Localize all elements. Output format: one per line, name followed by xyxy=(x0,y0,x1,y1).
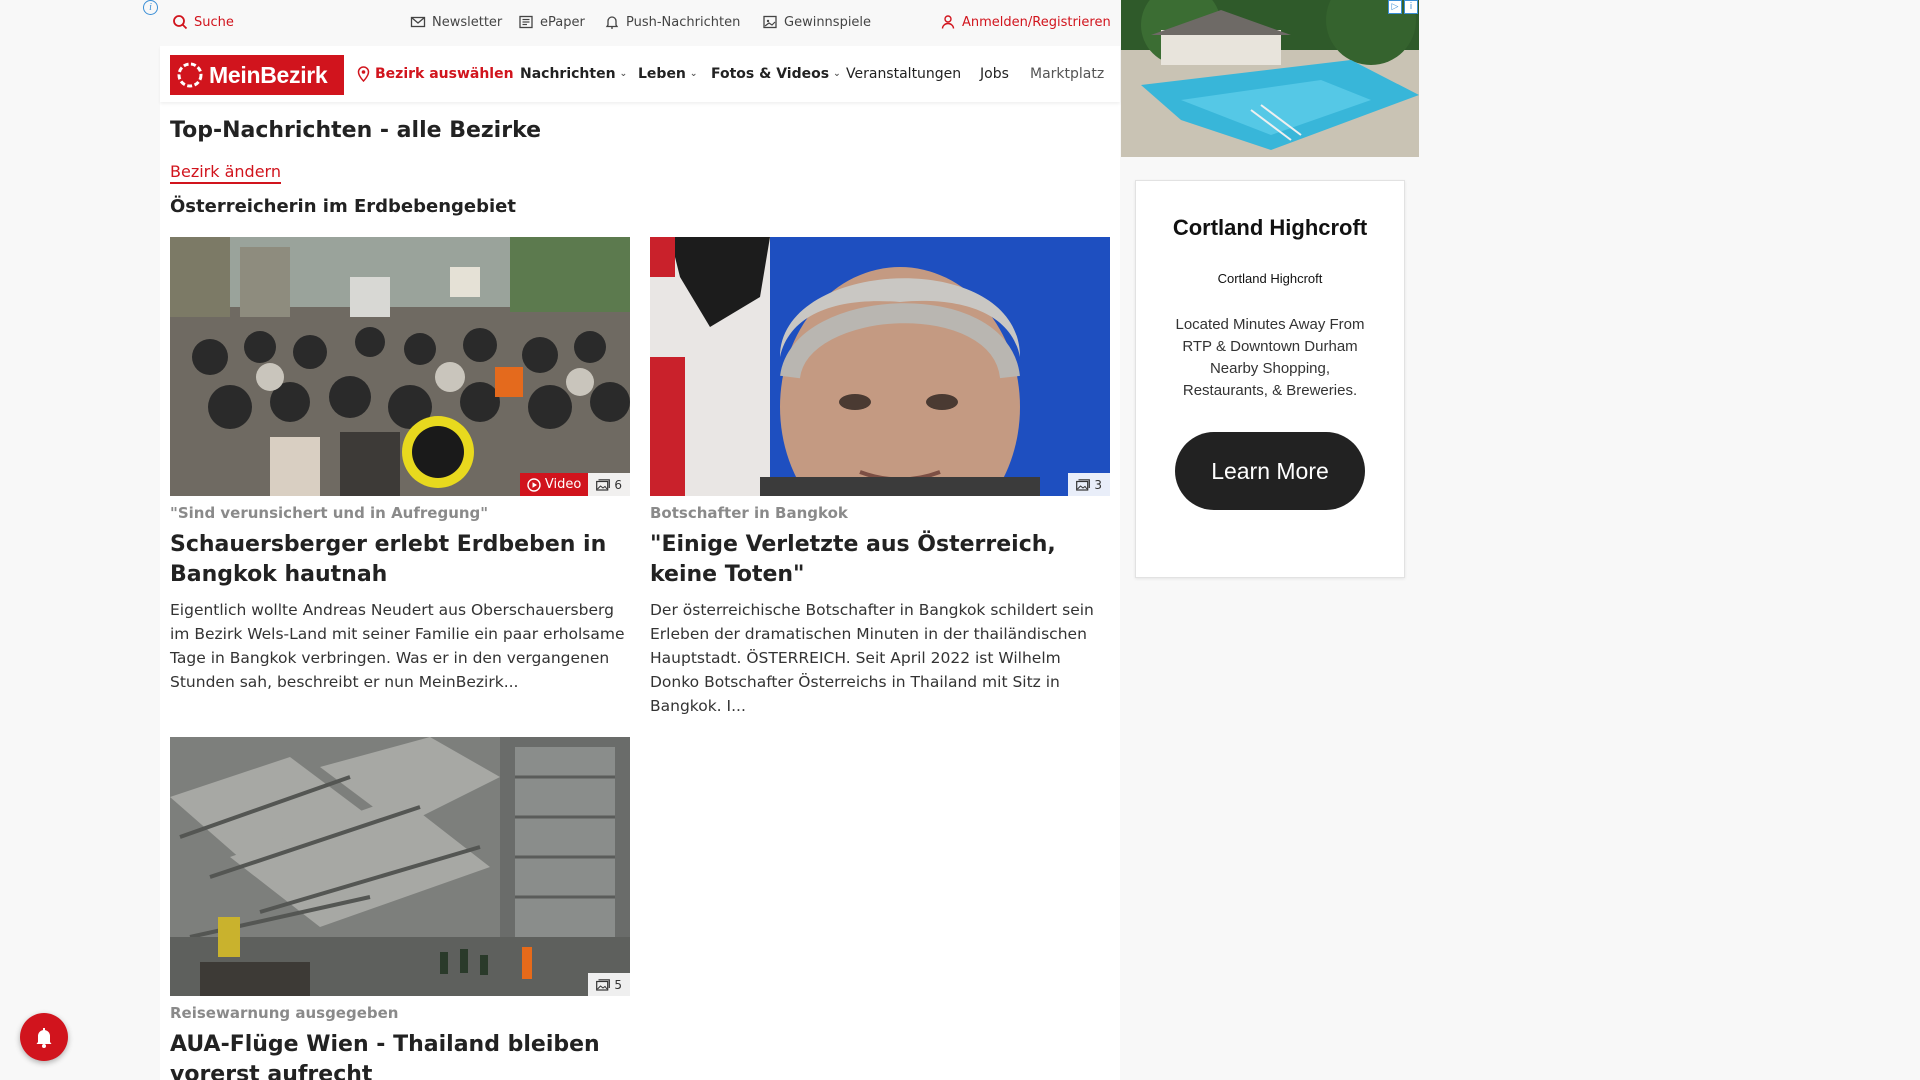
newsletter-label: Newsletter xyxy=(432,14,503,30)
utility-bar: Suche Newsletter ePaper Push-Nachrichten… xyxy=(160,0,1120,46)
ad-headline[interactable]: Cortland Highcroft xyxy=(1136,215,1404,241)
page: i Suche Newsletter ePaper Push-Nachricht… xyxy=(0,0,1920,1080)
info-icon: i xyxy=(1404,0,1418,14)
image-badges: 5 xyxy=(588,973,630,996)
article-image[interactable]: 3 xyxy=(650,237,1110,496)
gallery-icon xyxy=(1076,478,1091,491)
article-kicker: Reisewarnung ausgegeben xyxy=(170,1004,399,1022)
newsletter-link[interactable]: Newsletter xyxy=(410,14,502,30)
push-label: Push-Nachrichten xyxy=(626,14,741,30)
learn-more-button[interactable]: Learn More xyxy=(1175,432,1365,510)
chevron-down-icon: ⌄ xyxy=(689,69,698,79)
nav-item-veranstaltungen[interactable]: Veranstaltungen xyxy=(846,66,961,82)
gallery-count: 3 xyxy=(1094,477,1102,492)
article-image[interactable]: 5 xyxy=(170,737,630,996)
article-title[interactable]: Schauersberger erlebt Erdbeben in Bangko… xyxy=(170,530,630,590)
push-link[interactable]: Push-Nachrichten xyxy=(604,14,740,30)
article-card[interactable]: 5 Reisewarnung ausgegeben AUA-Flüge Wien… xyxy=(170,737,630,1080)
epaper-link[interactable]: ePaper xyxy=(518,14,585,30)
search-icon xyxy=(173,15,188,30)
gallery-count-badge: 5 xyxy=(588,973,630,996)
nav-item-marktplatz[interactable]: Marktplatz xyxy=(1030,66,1110,82)
logo[interactable]: MeinBezirk xyxy=(170,55,344,95)
nav-item-label: Veranstaltungen xyxy=(846,66,962,82)
article-card[interactable]: 3 Botschafter in Bangkok "Einige Verletz… xyxy=(650,237,1110,718)
gallery-icon xyxy=(596,478,611,491)
nav-item-label: Fotos & Videos xyxy=(711,66,830,82)
nav-item-label: Leben xyxy=(638,66,686,82)
chevron-down-icon: ⌄ xyxy=(619,69,628,79)
epaper-label: ePaper xyxy=(540,14,585,30)
login-link[interactable]: Anmelden/Registrieren xyxy=(940,14,1111,30)
image-badges: Video 6 xyxy=(519,473,630,496)
gallery-count: 6 xyxy=(614,477,622,492)
article-teaser: Eigentlich wollte Andreas Neudert aus Ob… xyxy=(170,601,625,691)
login-label: Anmelden/Registrieren xyxy=(962,14,1111,30)
main-navigation: MeinBezirk Bezirk auswählen Nachrichten … xyxy=(160,46,1120,102)
bell-icon xyxy=(36,1028,52,1048)
bezirk-select[interactable]: Bezirk auswählen xyxy=(356,66,514,82)
pool-photo xyxy=(1121,0,1419,157)
change-bezirk-link[interactable]: Bezirk ändern xyxy=(170,162,281,184)
nav-item-label: Jobs xyxy=(980,66,1009,82)
nav-item-fotos-videos[interactable]: Fotos & Videos ⌄ xyxy=(711,66,841,82)
main-content: Suche Newsletter ePaper Push-Nachrichten… xyxy=(160,0,1120,1080)
nav-item-label: Marktplatz xyxy=(1030,66,1105,82)
article-title[interactable]: AUA-Flüge Wien - Thailand bleiben vorers… xyxy=(170,1030,630,1080)
nav-item-jobs[interactable]: Jobs xyxy=(980,66,1009,82)
section-title: Österreicherin im Erdbebengebiet xyxy=(170,196,516,217)
article-image[interactable]: Video 6 xyxy=(170,237,630,496)
ad-description: Located Minutes Away From RTP & Downtown… xyxy=(1175,316,1365,399)
logo-mark-icon xyxy=(177,62,203,88)
article-kicker: "Sind verunsichert und in Aufregung" xyxy=(170,504,489,522)
gift-icon xyxy=(763,15,777,29)
notification-bell-button[interactable] xyxy=(20,1013,68,1061)
article-card[interactable]: Video 6 "Sind verunsichert und in Aufreg… xyxy=(170,237,630,694)
search-label: Suche xyxy=(194,14,234,30)
traffic-photo xyxy=(170,237,630,496)
nav-item-label: Nachrichten xyxy=(520,66,616,82)
article-teaser: Der österreichische Botschafter in Bangk… xyxy=(650,601,1094,715)
gallery-count: 5 xyxy=(614,977,622,992)
gewinnspiele-link[interactable]: Gewinnspiele xyxy=(762,14,871,30)
article-kicker: Botschafter in Bangkok xyxy=(650,504,848,522)
gallery-count-badge: 6 xyxy=(588,473,630,496)
search-link[interactable]: Suche xyxy=(172,14,234,30)
bezirk-select-label: Bezirk auswählen xyxy=(375,66,514,82)
adchoices-icon: ▷ xyxy=(1388,0,1402,14)
bell-icon xyxy=(605,16,619,29)
collapsed-building-photo xyxy=(170,737,630,996)
mail-icon xyxy=(410,16,426,28)
adchoices[interactable]: ▷ i xyxy=(1388,0,1418,14)
gallery-count-badge: 3 xyxy=(1068,473,1110,496)
info-icon[interactable]: i xyxy=(143,0,158,15)
gewinnspiele-label: Gewinnspiele xyxy=(784,14,872,30)
ambassador-photo xyxy=(650,237,1110,496)
nav-item-nachrichten[interactable]: Nachrichten ⌄ xyxy=(520,66,627,82)
ad-image[interactable] xyxy=(1121,0,1419,157)
image-badges: 3 xyxy=(1068,473,1110,496)
logo-text: MeinBezirk xyxy=(209,61,328,88)
user-icon xyxy=(941,15,955,29)
chevron-down-icon: ⌄ xyxy=(833,69,841,79)
ad-box[interactable]: Cortland Highcroft Cortland Highcroft Lo… xyxy=(1135,180,1405,578)
gallery-icon xyxy=(596,978,611,991)
play-icon xyxy=(527,477,541,492)
page-title: Top-Nachrichten - alle Bezirke xyxy=(170,118,542,143)
video-label: Video xyxy=(544,477,582,492)
epaper-icon xyxy=(519,15,533,29)
video-badge[interactable]: Video xyxy=(519,473,589,496)
pin-icon xyxy=(357,66,370,82)
nav-item-leben[interactable]: Leben ⌄ xyxy=(638,66,697,82)
ad-subheadline: Cortland Highcroft xyxy=(1217,271,1323,286)
article-title[interactable]: "Einige Verletzte aus Österreich, keine … xyxy=(650,530,1110,590)
